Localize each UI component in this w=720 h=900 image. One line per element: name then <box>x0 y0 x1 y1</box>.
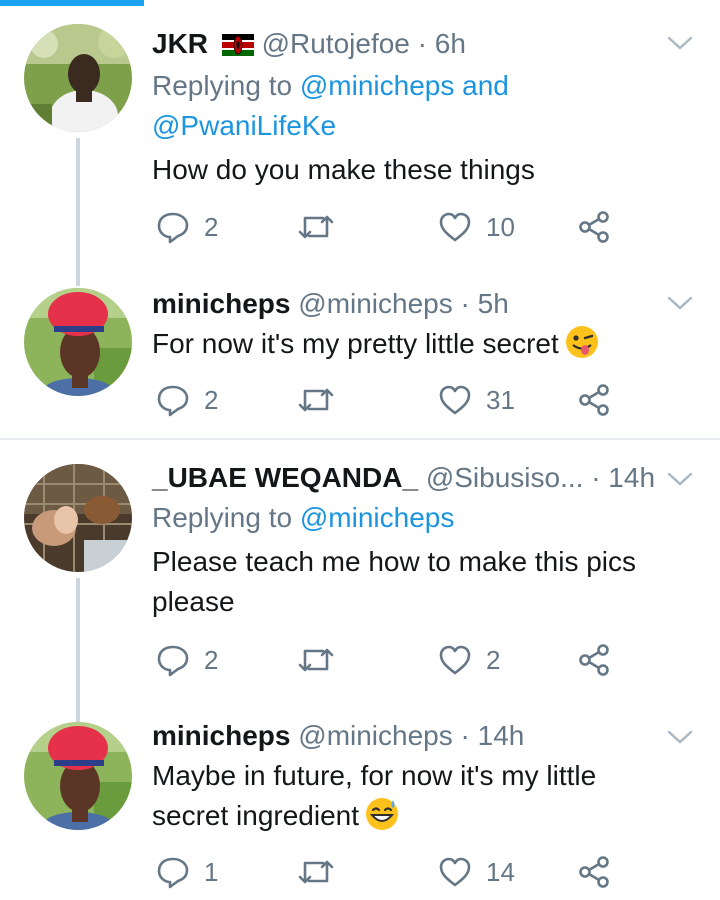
mention-link[interactable]: @PwaniLifeKe <box>152 110 336 141</box>
like-icon <box>439 645 471 675</box>
chevron-down-icon[interactable] <box>666 294 694 312</box>
tweet-1[interactable]: JKR @Rutojefoe · 6h Replying to @miniche… <box>0 0 720 286</box>
retweet-icon <box>298 388 334 412</box>
tweet-actions: 1 14 <box>152 852 632 892</box>
tweet-text: Maybe in future, for now it's my little … <box>152 760 597 831</box>
reply-count: 2 <box>204 211 219 242</box>
like-button[interactable]: 14 <box>438 852 515 892</box>
like-button[interactable]: 2 <box>438 640 500 680</box>
reply-icon <box>157 857 189 889</box>
chevron-down-icon[interactable] <box>666 34 694 52</box>
reply-count: 2 <box>204 384 219 415</box>
display-name[interactable]: _UBAE WEQANDA_ <box>152 462 418 493</box>
user-handle[interactable]: @minicheps <box>298 288 452 319</box>
replying-to: Replying to @minicheps and <box>152 70 509 101</box>
display-name[interactable]: minicheps <box>152 720 290 751</box>
like-icon <box>439 857 471 887</box>
share-button[interactable] <box>578 207 610 247</box>
like-count: 31 <box>486 384 515 415</box>
reply-icon <box>157 385 189 417</box>
display-name[interactable]: minicheps <box>152 288 290 319</box>
thread-connector <box>76 138 80 286</box>
tweet-header: JKR @Rutojefoe · 6h <box>152 26 690 62</box>
avatar-minicheps[interactable] <box>24 722 132 830</box>
user-handle[interactable]: @minicheps <box>298 720 452 751</box>
share-icon <box>579 644 609 676</box>
reply-icon <box>157 212 189 244</box>
tweet-3[interactable]: _UBAE WEQANDA_ @Sibusiso... · 14h Replyi… <box>0 440 720 724</box>
share-icon <box>579 384 609 416</box>
like-button[interactable]: 31 <box>438 380 515 420</box>
grinning-sweat-emoji <box>366 798 399 830</box>
like-count: 14 <box>486 856 515 887</box>
share-icon <box>579 856 609 888</box>
tweet-text: Please teach me how to make this pics pl… <box>152 546 637 617</box>
retweet-button[interactable] <box>298 852 334 892</box>
tweet-header: minicheps @minicheps · 14h <box>152 718 690 754</box>
retweet-button[interactable] <box>298 640 334 680</box>
display-name[interactable]: JKR <box>152 28 208 59</box>
like-count: 2 <box>486 644 501 675</box>
like-count: 10 <box>486 211 515 242</box>
mention-link[interactable]: @minicheps <box>300 70 454 101</box>
share-button[interactable] <box>578 640 610 680</box>
share-button[interactable] <box>578 852 610 892</box>
user-handle[interactable]: @Sibusiso... <box>426 462 584 493</box>
retweet-icon <box>298 648 334 672</box>
user-handle[interactable]: @Rutojefoe <box>262 28 410 59</box>
timestamp[interactable]: · 14h <box>591 462 655 493</box>
tweet-actions: 2 31 <box>152 380 632 420</box>
retweet-button[interactable] <box>298 380 334 420</box>
chevron-down-icon[interactable] <box>666 470 694 488</box>
reply-icon <box>157 645 189 677</box>
retweet-button[interactable] <box>298 207 334 247</box>
reply-button[interactable]: 1 <box>156 852 218 892</box>
reply-count: 1 <box>204 856 219 887</box>
timestamp[interactable]: · 14h <box>461 720 525 751</box>
tweet-header: _UBAE WEQANDA_ @Sibusiso... · 14h <box>152 460 690 496</box>
avatar-ubae-weqanda[interactable] <box>24 464 132 572</box>
thread-connector <box>76 578 80 724</box>
retweet-icon <box>298 860 334 884</box>
tweet-actions: 2 2 <box>152 640 632 680</box>
timestamp[interactable]: · 6h <box>418 28 466 59</box>
reply-button[interactable]: 2 <box>156 640 218 680</box>
reply-count: 2 <box>204 644 219 675</box>
reply-button[interactable]: 2 <box>156 380 218 420</box>
tweet-text: How do you make these things <box>152 154 535 185</box>
timestamp[interactable]: · 5h <box>461 288 509 319</box>
mention-link[interactable]: @minicheps <box>300 502 454 533</box>
like-icon <box>439 385 471 415</box>
retweet-icon <box>298 215 334 239</box>
tweet-header: minicheps @minicheps · 5h <box>152 286 690 322</box>
reply-button[interactable]: 2 <box>156 207 218 247</box>
kenya-flag-icon <box>221 34 254 56</box>
share-button[interactable] <box>578 380 610 420</box>
chevron-down-icon[interactable] <box>666 728 694 746</box>
tweet-2[interactable]: minicheps @minicheps · 5h For now it's m… <box>0 280 720 438</box>
like-button[interactable]: 10 <box>438 207 515 247</box>
avatar-minicheps[interactable] <box>24 288 132 396</box>
like-icon <box>439 212 471 242</box>
tweet-actions: 2 10 <box>152 207 632 247</box>
tweet-4[interactable]: minicheps @minicheps · 14h Maybe in futu… <box>0 718 720 900</box>
share-icon <box>579 211 609 243</box>
avatar-jkr[interactable] <box>24 24 132 132</box>
winking-face-tongue-emoji <box>565 326 598 358</box>
replying-to: Replying to @minicheps <box>152 502 455 533</box>
tweet-text: For now it's my pretty little secret <box>152 324 690 364</box>
